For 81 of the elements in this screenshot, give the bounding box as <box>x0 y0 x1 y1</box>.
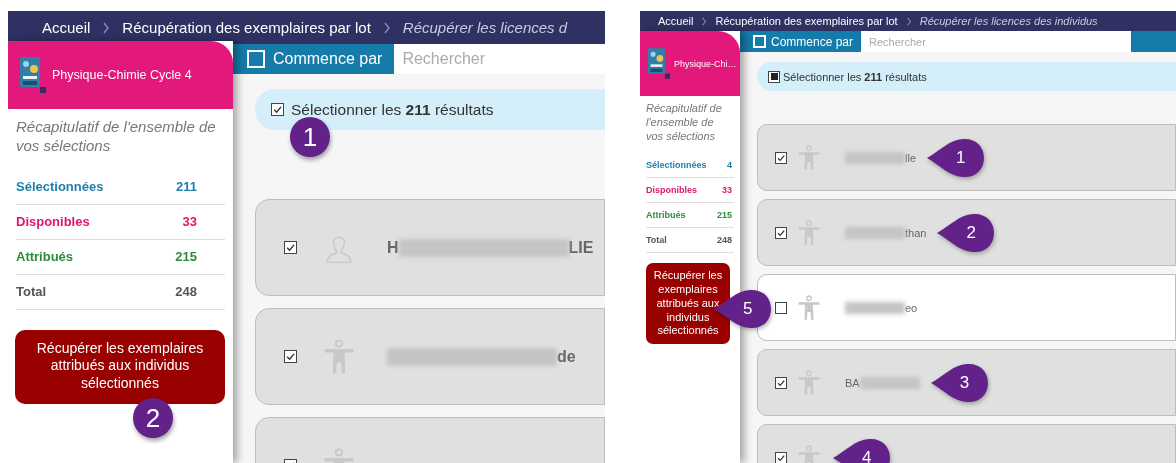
search-field[interactable]: Rechercher <box>394 44 605 74</box>
checkbox[interactable] <box>775 451 787 463</box>
student-name-end: than <box>905 226 927 239</box>
stat-label: Disponibles <box>646 185 697 196</box>
stat-label: Attribués <box>646 210 686 221</box>
stat-count: 215 <box>716 210 732 221</box>
book-cover-icon <box>20 57 46 93</box>
checkbox[interactable] <box>768 70 780 83</box>
product-title: Physique-Chi… <box>674 58 737 69</box>
stat-count: 248 <box>175 284 197 299</box>
student-name-start: BA <box>845 376 860 389</box>
summary-title: Récapitulatif de l'ensemble de vos sélections <box>645 101 723 144</box>
breadcrumb-link[interactable]: Récupération des exemplaires par lot <box>122 19 371 36</box>
step-number-pointer: 2 <box>937 212 996 253</box>
student-row[interactable]: de <box>255 308 605 405</box>
checkbox[interactable] <box>284 241 297 254</box>
stat-count: 248 <box>716 235 732 246</box>
breadcrumb-link[interactable]: Récupérer les licences d <box>402 19 568 36</box>
person-figure-icon <box>796 142 822 173</box>
student-row[interactable]: than 2 <box>757 199 1176 266</box>
student-row[interactable]: BA 3 <box>757 349 1176 416</box>
student-name-end: LIE <box>568 238 594 257</box>
search-field[interactable]: Rechercher <box>861 31 1132 52</box>
stat-count: 33 <box>722 185 732 196</box>
step-number-pointer: 3 <box>930 362 989 403</box>
step-number-pointer: 4 <box>833 437 891 463</box>
checkbox[interactable] <box>775 226 787 239</box>
student-name-end: lle <box>905 151 916 164</box>
stat-count: 211 <box>176 179 197 194</box>
stat-label: Attribués <box>16 249 74 264</box>
person-figure-icon <box>796 292 822 323</box>
checkbox[interactable] <box>775 376 787 389</box>
chevron-right-icon <box>102 21 111 34</box>
checkbox[interactable] <box>271 103 284 116</box>
breadcrumb-link[interactable]: Accueil <box>658 15 694 27</box>
stat-label: Total <box>16 284 47 299</box>
student-name-end: de <box>557 347 576 366</box>
starts-with-checkbox[interactable] <box>753 35 766 48</box>
select-all-label: Sélectionner les 211 résultats <box>291 100 494 119</box>
breadcrumb-link[interactable]: Récupérer les licences des individus <box>919 15 1098 27</box>
stat-count: 215 <box>175 249 197 264</box>
stat-label: Disponibles <box>16 214 90 229</box>
stat-count: 33 <box>182 214 197 229</box>
student-name-end: eo <box>905 301 918 314</box>
stat-count: 4 <box>727 160 732 171</box>
chevron-right-icon <box>382 21 391 34</box>
redacted-name-block <box>845 226 905 239</box>
student-row[interactable]: H LIE <box>255 199 605 296</box>
starts-with-label: Commence par <box>273 50 383 68</box>
select-all-bar[interactable]: Sélectionner les 211 résultats <box>757 62 1176 91</box>
person-figure-icon <box>796 217 822 248</box>
stat-label: Total <box>646 235 667 246</box>
summary-title: Récapitulatif de l'ensemble de vos sélections <box>15 117 217 156</box>
person-figure-icon <box>796 442 822 463</box>
student-row[interactable]: eo <box>757 274 1176 341</box>
student-name-start: H <box>387 238 399 257</box>
chevron-right-icon <box>905 16 912 26</box>
checkbox[interactable] <box>284 350 297 363</box>
breadcrumb-link[interactable]: Accueil <box>42 19 91 36</box>
breadcrumb-link[interactable]: Récupération des exemplaires par lot <box>715 15 898 27</box>
person-figure-icon <box>796 367 822 398</box>
checkbox[interactable] <box>775 151 787 164</box>
redacted-name-block <box>859 376 920 389</box>
stat-label: Sélectionnées <box>16 179 104 194</box>
checkbox[interactable] <box>775 301 787 314</box>
book-cover-icon <box>648 48 670 79</box>
stat-label: Sélectionnées <box>646 160 707 171</box>
chevron-right-icon <box>701 16 708 26</box>
step-number-badge: 1 <box>290 117 330 157</box>
step-number-badge: 2 <box>133 398 173 438</box>
redacted-name-block <box>845 301 905 314</box>
student-row[interactable]: 4 <box>757 424 1176 463</box>
starts-with-checkbox[interactable] <box>247 50 265 68</box>
select-all-label: Sélectionner les 211 résultats <box>783 70 927 83</box>
step-number-pointer: 1 <box>927 137 985 178</box>
retrieve-copies-button[interactable]: Récupérer les exemplaires attribués aux individus sélectionnés <box>646 263 730 344</box>
student-row[interactable]: lle 1 <box>757 124 1176 191</box>
product-title: Physique-Chimie Cycle 4 <box>52 68 192 82</box>
retrieve-copies-button[interactable]: Récupérer les exemplaires attribués aux individus sélectionnés <box>15 329 225 404</box>
starts-with-label: Commence par <box>771 34 854 49</box>
redacted-name-block <box>845 151 905 164</box>
